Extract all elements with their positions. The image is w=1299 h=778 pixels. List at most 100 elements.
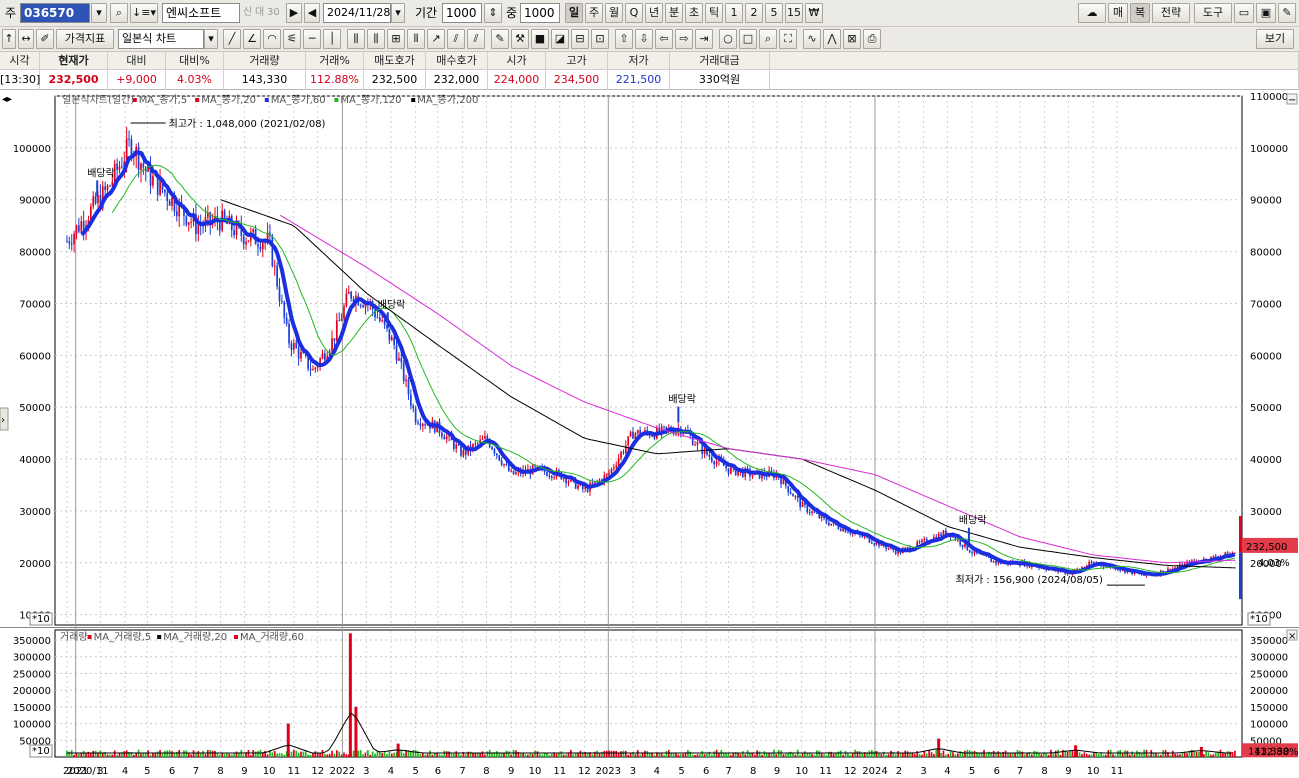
volume-legend-item: MA_거래량,20 <box>163 631 227 643</box>
left-tool-button[interactable]: ⇦ <box>655 29 673 49</box>
volume-bar <box>928 750 930 757</box>
peak-tool-button[interactable]: ⋀ <box>823 29 841 49</box>
interval-button-9[interactable]: 2 <box>745 3 763 23</box>
up-tool-button[interactable]: ⇧ <box>615 29 633 49</box>
print-tool-button[interactable]: ⎙ <box>863 29 881 49</box>
candle-body <box>627 436 630 446</box>
interval-button-6[interactable]: 초 <box>685 3 703 23</box>
cycle-tool-button[interactable]: ⫴ <box>407 29 425 49</box>
stock-code-input[interactable]: 036570 <box>20 3 90 23</box>
trend-line-tool-button[interactable]: ╱ <box>223 29 241 49</box>
volume-bar <box>426 753 429 757</box>
tools-tool-button[interactable]: ⚒ <box>511 29 529 49</box>
left-volume-tick: 200000 <box>13 686 51 697</box>
interval-button-12[interactable]: ₩ <box>805 3 823 23</box>
chart-type-select[interactable]: 일본식 차트 <box>118 29 204 49</box>
open-folder-button[interactable]: ▭ <box>1234 3 1254 23</box>
candle-body <box>464 450 467 455</box>
price-indicator-button[interactable]: 가격지표 <box>56 29 114 49</box>
zoom-tool-button[interactable]: ⌕ <box>759 29 777 49</box>
angle-tool-button[interactable]: ∠ <box>243 29 261 49</box>
crosshair-tool-button[interactable]: ⛶ <box>779 29 797 49</box>
volume-bar <box>278 753 281 757</box>
edit-button[interactable]: ✐ <box>36 29 54 49</box>
search-button[interactable]: ⌕ <box>110 3 128 23</box>
volume-bar <box>603 750 606 757</box>
fill-tool-button[interactable]: ■ <box>531 29 549 49</box>
interval-button-5[interactable]: 분 <box>665 3 683 23</box>
price-chart[interactable]: 1000020000300004000050000600007000080000… <box>0 90 1299 778</box>
interval-button-11[interactable]: 15 <box>785 3 803 23</box>
code-dropdown-button[interactable]: ▾ <box>91 3 107 23</box>
volume-bar <box>944 754 947 757</box>
interval-button-2[interactable]: 월 <box>605 3 623 23</box>
interval-button-0[interactable]: 일 <box>565 3 583 23</box>
interval-button-8[interactable]: 1 <box>725 3 743 23</box>
interval-button-7[interactable]: 틱 <box>705 3 723 23</box>
circle-tool-button[interactable]: ○ <box>719 29 737 49</box>
candle-body <box>421 423 424 426</box>
v-line-tool-button[interactable]: │ <box>323 29 341 49</box>
interval-button-4[interactable]: 년 <box>645 3 663 23</box>
x-tick-label: 12 <box>578 766 591 777</box>
end-tool-button[interactable]: ⇥ <box>695 29 713 49</box>
wave-tool-button[interactable]: ∿ <box>803 29 821 49</box>
grid-a-tool-button[interactable]: ⫼ <box>347 29 365 49</box>
weight-input[interactable]: 1000 <box>520 3 560 23</box>
buy-sell-button[interactable]: 매 <box>1108 3 1128 23</box>
arrow-tool-button[interactable]: ↗ <box>427 29 445 49</box>
pencil-icon: ✎ <box>495 32 505 45</box>
fan-tool-button[interactable]: ⚟ <box>283 29 301 49</box>
arc-tool-button[interactable]: ◠ <box>263 29 281 49</box>
interval-button-3[interactable]: Q <box>625 3 643 23</box>
next-button[interactable]: ▶ <box>286 3 302 23</box>
strategy-button[interactable]: 전략 <box>1152 3 1190 23</box>
chart-type-dropdown[interactable]: ▾ <box>204 29 218 49</box>
cloud-button[interactable]: ☁ <box>1078 3 1106 23</box>
volume-bar <box>235 751 238 757</box>
candle-body <box>252 229 255 233</box>
volume-bar <box>1085 753 1088 757</box>
volume-bar <box>1102 754 1105 757</box>
date-input[interactable]: 2024/11/28 <box>323 3 391 23</box>
channel-b-tool-button[interactable]: ⫽ <box>467 29 485 49</box>
date-dropdown-button[interactable]: ▾ <box>391 3 405 23</box>
interval-button-10[interactable]: 5 <box>765 3 783 23</box>
arrow-up-button[interactable]: ↑ <box>2 29 16 49</box>
period-spin-button[interactable]: ⇕ <box>484 3 502 23</box>
multi-button[interactable]: 복 <box>1130 3 1150 23</box>
rect-tool-button[interactable]: □ <box>739 29 757 49</box>
volume-bar <box>904 750 907 757</box>
snapshot-tool-button[interactable]: ⊡ <box>591 29 609 49</box>
grid-b-tool-button[interactable]: ⫼ <box>367 29 385 49</box>
pencil-tool-button[interactable]: ✎ <box>491 29 509 49</box>
sort-button[interactable]: ↓≡▾ <box>130 3 158 23</box>
color-tool-button[interactable]: ◪ <box>551 29 569 49</box>
save-button[interactable]: ▣ <box>1256 3 1276 23</box>
volume-bar <box>844 750 847 757</box>
tools-button[interactable]: 도구 <box>1194 3 1232 23</box>
weight-label: 중 <box>506 6 518 20</box>
period-input[interactable]: 1000 <box>442 3 482 23</box>
volume-bar <box>531 754 534 757</box>
snapshot-icon: ⊡ <box>595 32 605 45</box>
volume-bar <box>290 751 293 757</box>
volume-bar <box>307 754 310 757</box>
volume-bar <box>1136 750 1138 757</box>
view-button[interactable]: 보기 <box>1256 29 1294 49</box>
down-tool-button[interactable]: ⇩ <box>635 29 653 49</box>
right-tool-button[interactable]: ⇨ <box>675 29 693 49</box>
volume-bar <box>873 751 876 757</box>
prev-button[interactable]: ◀ <box>304 3 320 23</box>
frame-tool-button[interactable]: ⊟ <box>571 29 589 49</box>
h-line-tool-button[interactable]: ─ <box>303 29 321 49</box>
volume-bar <box>756 750 759 757</box>
expand-button[interactable]: ↔ <box>18 29 34 49</box>
volume-bar <box>753 754 756 757</box>
cancel-tool-button[interactable]: ⊠ <box>843 29 861 49</box>
channel-a-tool-button[interactable]: ⫽ <box>447 29 465 49</box>
settings-button[interactable]: ✎ <box>1278 3 1296 23</box>
table-tool-button[interactable]: ⊞ <box>387 29 405 49</box>
interval-button-1[interactable]: 주 <box>585 3 603 23</box>
candle-body <box>713 461 716 465</box>
